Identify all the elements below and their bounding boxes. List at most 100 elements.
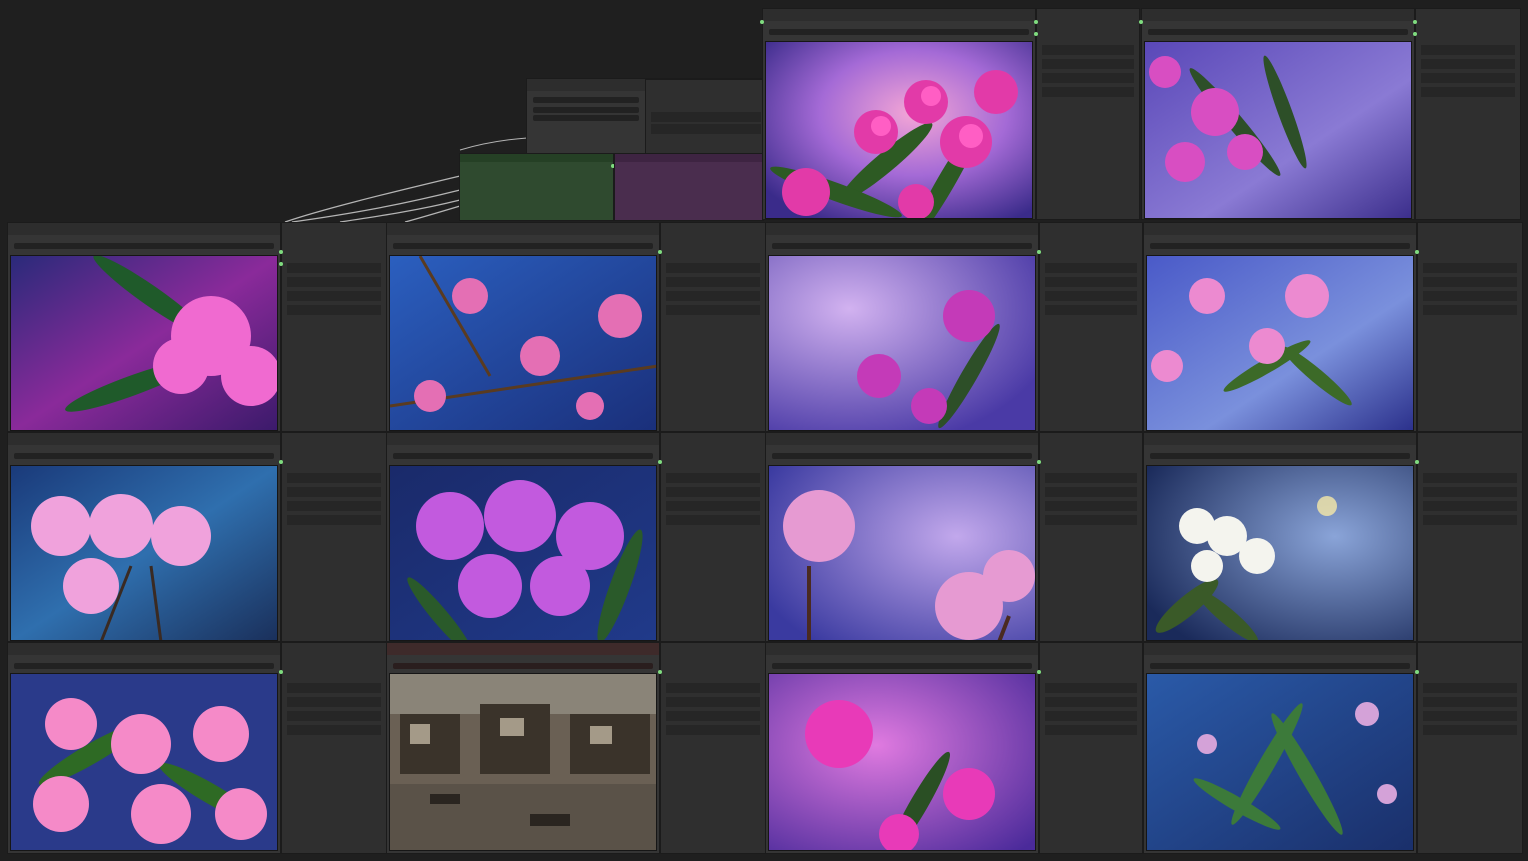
widget-row[interactable]: [1045, 277, 1137, 287]
widget-row[interactable]: [1042, 59, 1134, 69]
image-preview[interactable]: [10, 673, 278, 851]
widget-row[interactable]: [1045, 473, 1137, 483]
node-graph-canvas[interactable]: [0, 0, 1528, 861]
node-title-bar[interactable]: [766, 643, 1038, 655]
dot-icon[interactable]: [1413, 32, 1417, 36]
image-preview[interactable]: [768, 673, 1036, 851]
widget-row[interactable]: [1045, 501, 1137, 511]
dot-icon[interactable]: [1139, 20, 1143, 24]
widget-row[interactable]: [287, 487, 381, 497]
node-title-bar[interactable]: [763, 9, 1035, 21]
group-title-bar[interactable]: [615, 154, 763, 162]
widget-row[interactable]: [287, 515, 381, 525]
image-preview[interactable]: [1144, 41, 1412, 219]
node-widget[interactable]: [772, 663, 1032, 669]
dot-icon[interactable]: [1415, 460, 1419, 464]
widget-row[interactable]: [1045, 697, 1137, 707]
widget-row[interactable]: [1423, 697, 1517, 707]
dot-icon[interactable]: [279, 670, 283, 674]
widget-row[interactable]: [1423, 305, 1517, 315]
node-title-bar[interactable]: [1144, 433, 1416, 445]
widget-row[interactable]: [287, 263, 381, 273]
node-title-bar[interactable]: [766, 223, 1038, 235]
widget-row[interactable]: [1423, 263, 1517, 273]
node-widget[interactable]: [769, 29, 1029, 35]
node-widget[interactable]: [1150, 453, 1410, 459]
node-widget[interactable]: [533, 107, 639, 113]
widget-row[interactable]: [666, 291, 760, 301]
widget-row[interactable]: [1423, 711, 1517, 721]
dot-icon[interactable]: [1034, 32, 1038, 36]
image-node-8[interactable]: [386, 432, 660, 642]
widget-row[interactable]: [287, 277, 381, 287]
image-node-1[interactable]: [762, 8, 1036, 220]
node-title-bar[interactable]: [8, 433, 280, 445]
widget-row[interactable]: [1421, 73, 1515, 83]
widget-row[interactable]: [1423, 291, 1517, 301]
node-title-bar[interactable]: [387, 643, 659, 655]
widget-row[interactable]: [1045, 725, 1137, 735]
widget-row[interactable]: [1423, 515, 1517, 525]
node-widget[interactable]: [393, 243, 653, 249]
widget-row[interactable]: [666, 725, 760, 735]
image-preview[interactable]: [1146, 465, 1414, 641]
widget-row[interactable]: [1423, 487, 1517, 497]
node-title-bar[interactable]: [8, 223, 280, 235]
dot-icon[interactable]: [658, 460, 662, 464]
image-preview[interactable]: [389, 465, 657, 641]
image-preview[interactable]: [765, 41, 1033, 219]
widget-row[interactable]: [1045, 487, 1137, 497]
widget-row[interactable]: [1045, 515, 1137, 525]
widget-row[interactable]: [287, 711, 381, 721]
dot-icon[interactable]: [1413, 20, 1417, 24]
image-preview[interactable]: [389, 255, 657, 431]
widget-row[interactable]: [287, 725, 381, 735]
node-widget[interactable]: [14, 453, 274, 459]
image-node-10[interactable]: [1143, 432, 1417, 642]
image-node-7[interactable]: [7, 432, 281, 642]
node-title-bar[interactable]: [1144, 643, 1416, 655]
widget-row[interactable]: [666, 697, 760, 707]
widget-row[interactable]: [1042, 73, 1134, 83]
image-node-12[interactable]: [386, 642, 660, 854]
widget-row[interactable]: [1042, 45, 1134, 55]
green-group-node[interactable]: [459, 153, 615, 221]
dot-icon[interactable]: [1037, 460, 1041, 464]
widget-row[interactable]: [651, 112, 761, 122]
widget-row[interactable]: [666, 683, 760, 693]
widget-row[interactable]: [1423, 501, 1517, 511]
image-preview[interactable]: [768, 465, 1036, 641]
image-preview[interactable]: [1146, 255, 1414, 431]
dot-icon[interactable]: [760, 20, 764, 24]
node-widget[interactable]: [1148, 29, 1408, 35]
node-widget[interactable]: [393, 453, 653, 459]
widget-row[interactable]: [1045, 263, 1137, 273]
dot-icon[interactable]: [1037, 670, 1041, 674]
widget-row[interactable]: [1423, 277, 1517, 287]
node-widget[interactable]: [14, 663, 274, 669]
node-widget[interactable]: [1150, 243, 1410, 249]
dot-icon[interactable]: [1034, 20, 1038, 24]
widget-row[interactable]: [666, 473, 760, 483]
image-node-2[interactable]: [1141, 8, 1415, 220]
widget-row[interactable]: [666, 263, 760, 273]
dot-icon[interactable]: [658, 670, 662, 674]
widget-row[interactable]: [1045, 711, 1137, 721]
widget-row[interactable]: [651, 124, 761, 134]
widget-row[interactable]: [1045, 291, 1137, 301]
node-title-bar[interactable]: [766, 433, 1038, 445]
image-node-11[interactable]: [7, 642, 281, 854]
image-node-9[interactable]: [765, 432, 1039, 642]
widget-row[interactable]: [666, 277, 760, 287]
widget-row[interactable]: [1421, 45, 1515, 55]
group-title-bar[interactable]: [460, 154, 613, 162]
dot-icon[interactable]: [658, 250, 662, 254]
node-widget[interactable]: [533, 97, 639, 103]
widget-row[interactable]: [1423, 473, 1517, 483]
widget-row[interactable]: [287, 697, 381, 707]
widget-row[interactable]: [666, 711, 760, 721]
widget-row[interactable]: [1045, 305, 1137, 315]
widget-row[interactable]: [1421, 59, 1515, 69]
widget-row[interactable]: [666, 305, 760, 315]
node-title-bar[interactable]: [387, 433, 659, 445]
